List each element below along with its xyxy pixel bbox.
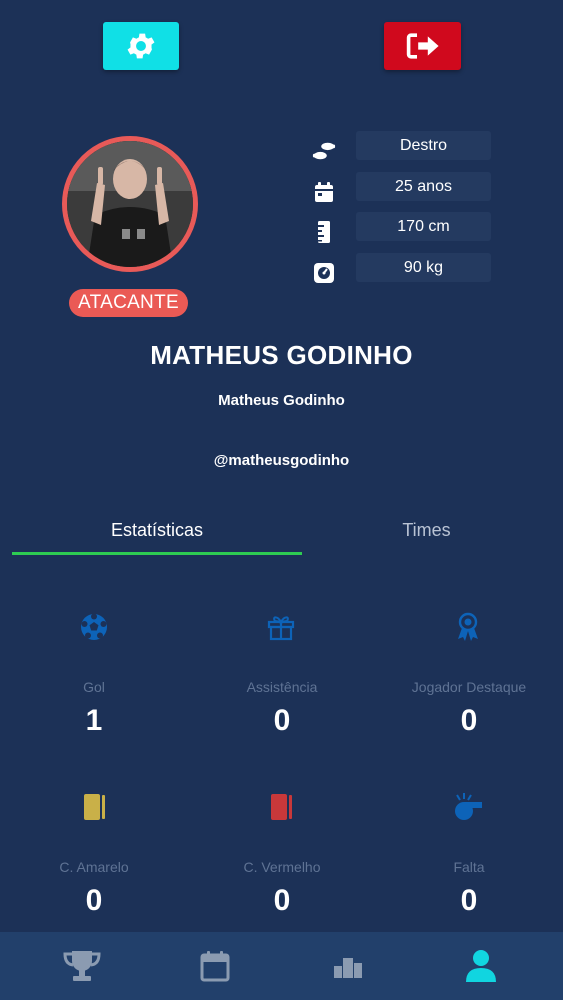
- stat-value-yellow-cards: 0: [85, 884, 103, 917]
- weight-scale-icon: [312, 261, 336, 285]
- whistle-icon: [452, 791, 484, 823]
- player-full-name: Matheus Godinho: [218, 392, 345, 409]
- stat-label-highlight-player: Jogador Destaque: [411, 679, 527, 695]
- avatar: [62, 136, 198, 272]
- player-display-name: MATHEUS GODINHO: [150, 340, 413, 370]
- stat-label-yellow-cards: C. Amarelo: [59, 859, 129, 875]
- height-value: 170 cm: [356, 212, 491, 241]
- calendar-icon: [312, 180, 336, 204]
- stat-value-fouls: 0: [460, 884, 478, 917]
- tab-statistics[interactable]: Estatísticas: [12, 520, 302, 546]
- award-ribbon-icon: [452, 611, 484, 643]
- stat-label-fouls: Falta: [453, 859, 485, 875]
- stat-value-assists: 0: [273, 704, 291, 737]
- position-badge: ATACANTE: [69, 289, 188, 317]
- stat-value-red-cards: 0: [273, 884, 291, 917]
- soccer-ball-icon: [78, 611, 110, 643]
- logout-button[interactable]: [384, 22, 461, 70]
- weight-value: 90 kg: [356, 253, 491, 282]
- profile-photo: [67, 141, 193, 267]
- age-value: 25 anos: [356, 172, 491, 201]
- gear-icon: [127, 33, 155, 59]
- stat-label-assists: Assistência: [246, 679, 318, 695]
- stat-label-goals: Gol: [83, 679, 105, 695]
- stat-value-goals: 1: [85, 704, 103, 737]
- player-handle: @matheusgodinho: [213, 452, 350, 469]
- sign-out-icon: [406, 33, 439, 59]
- stat-label-red-cards: C. Vermelho: [243, 859, 321, 875]
- yellow-card-icon: [78, 791, 110, 823]
- tab-teams[interactable]: Times: [290, 520, 563, 546]
- trophy-icon: [63, 951, 101, 981]
- nav-calendar[interactable]: [145, 932, 285, 1000]
- active-tab-indicator: [12, 552, 302, 555]
- user-icon: [466, 950, 496, 982]
- foot-preference-value: Destro: [356, 131, 491, 160]
- nav-profile[interactable]: [411, 932, 551, 1000]
- podium-icon: [334, 958, 362, 978]
- nav-trophy[interactable]: [12, 932, 152, 1000]
- nav-ranking[interactable]: [278, 932, 418, 1000]
- ruler-icon: [312, 220, 336, 244]
- calendar-icon: [200, 951, 230, 982]
- footprints-icon: [312, 139, 336, 163]
- red-card-icon: [265, 791, 297, 823]
- settings-button[interactable]: [103, 22, 179, 70]
- gift-icon: [265, 611, 297, 643]
- stat-value-highlight-player: 0: [460, 704, 478, 737]
- bottom-navigation: [0, 932, 563, 1000]
